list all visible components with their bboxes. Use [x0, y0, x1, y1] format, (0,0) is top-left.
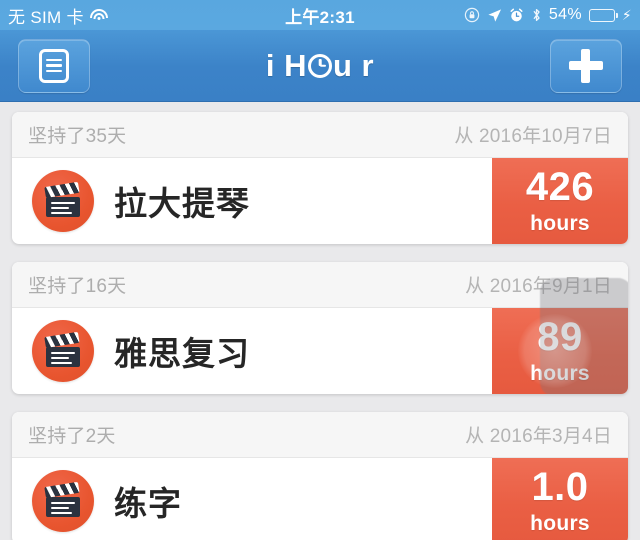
hours-value: 89 — [537, 314, 583, 359]
hours-unit: hours — [530, 511, 590, 535]
plus-icon — [569, 48, 603, 83]
clapperboard-icon — [44, 481, 82, 517]
start-date-label: 从 2016年3月4日 — [465, 426, 612, 447]
list-item[interactable]: 坚持了2天 从 2016年3月4日 练字 1.0 hours — [12, 412, 628, 540]
hours-unit: hours — [530, 361, 590, 385]
hours-value: 1.0 — [531, 464, 589, 509]
bluetooth-icon — [533, 8, 540, 22]
streak-label: 坚持了16天 — [28, 276, 127, 297]
list-icon — [39, 48, 69, 83]
add-button[interactable] — [550, 38, 622, 93]
battery-percent-label: 54% — [548, 6, 582, 23]
card-body: 拉大提琴 426 hours — [12, 158, 628, 244]
start-date-label: 从 2016年9月1日 — [465, 276, 612, 297]
alarm-clock-icon — [510, 8, 523, 21]
clapperboard-icon — [44, 331, 82, 367]
habit-title: 练字 — [114, 485, 182, 522]
card-header: 坚持了35天 从 2016年10月7日 — [12, 112, 628, 158]
card-header: 坚持了16天 从 2016年9月1日 — [12, 262, 628, 308]
app-root: 无 SIM 卡 上午2:31 54% ⚡ i H u r 坚持了35天 从 20… — [0, 0, 640, 540]
status-bar-left: 无 SIM 卡 — [8, 3, 108, 28]
hours-value: 426 — [525, 164, 595, 209]
hours-unit: hours — [530, 211, 590, 235]
avatar — [32, 470, 94, 532]
list-item[interactable]: 坚持了16天 从 2016年9月1日 雅思复习 89 hours — [12, 262, 628, 394]
navigation-bar: i H u r — [0, 30, 640, 102]
carrier-label: 无 SIM 卡 — [8, 7, 84, 27]
avatar — [32, 170, 94, 232]
habit-title: 雅思复习 — [114, 335, 250, 372]
battery-icon — [588, 8, 618, 22]
title-suffix: u r — [333, 47, 375, 83]
clapperboard-icon — [44, 181, 82, 217]
lightning-bolt-icon: ⚡ — [621, 6, 632, 23]
menu-button[interactable] — [18, 38, 90, 93]
hours-badge: 1.0 hours — [492, 458, 628, 540]
card-body: 练字 1.0 hours — [12, 458, 628, 540]
list-item[interactable]: 坚持了35天 从 2016年10月7日 拉大提琴 426 hours — [12, 112, 628, 244]
location-arrow-icon — [488, 8, 501, 22]
streak-label: 坚持了2天 — [28, 426, 116, 447]
card-body: 雅思复习 89 hours — [12, 308, 628, 394]
habit-title: 拉大提琴 — [114, 185, 250, 222]
hours-badge: 426 hours — [492, 158, 628, 244]
clock-icon — [308, 53, 332, 78]
start-date-label: 从 2016年10月7日 — [454, 126, 612, 147]
rotation-lock-icon — [464, 7, 480, 23]
wifi-icon — [89, 8, 108, 22]
status-bar: 无 SIM 卡 上午2:31 54% ⚡ — [0, 0, 640, 30]
page-title: i H u r — [0, 48, 640, 84]
hours-badge: 89 hours — [492, 308, 628, 394]
status-bar-right: 54% ⚡ — [464, 6, 632, 24]
title-prefix: i H — [265, 47, 307, 83]
habit-list: 坚持了35天 从 2016年10月7日 拉大提琴 426 hours 坚持了16… — [0, 102, 640, 540]
streak-label: 坚持了35天 — [28, 126, 127, 147]
avatar — [32, 320, 94, 382]
card-header: 坚持了2天 从 2016年3月4日 — [12, 412, 628, 458]
